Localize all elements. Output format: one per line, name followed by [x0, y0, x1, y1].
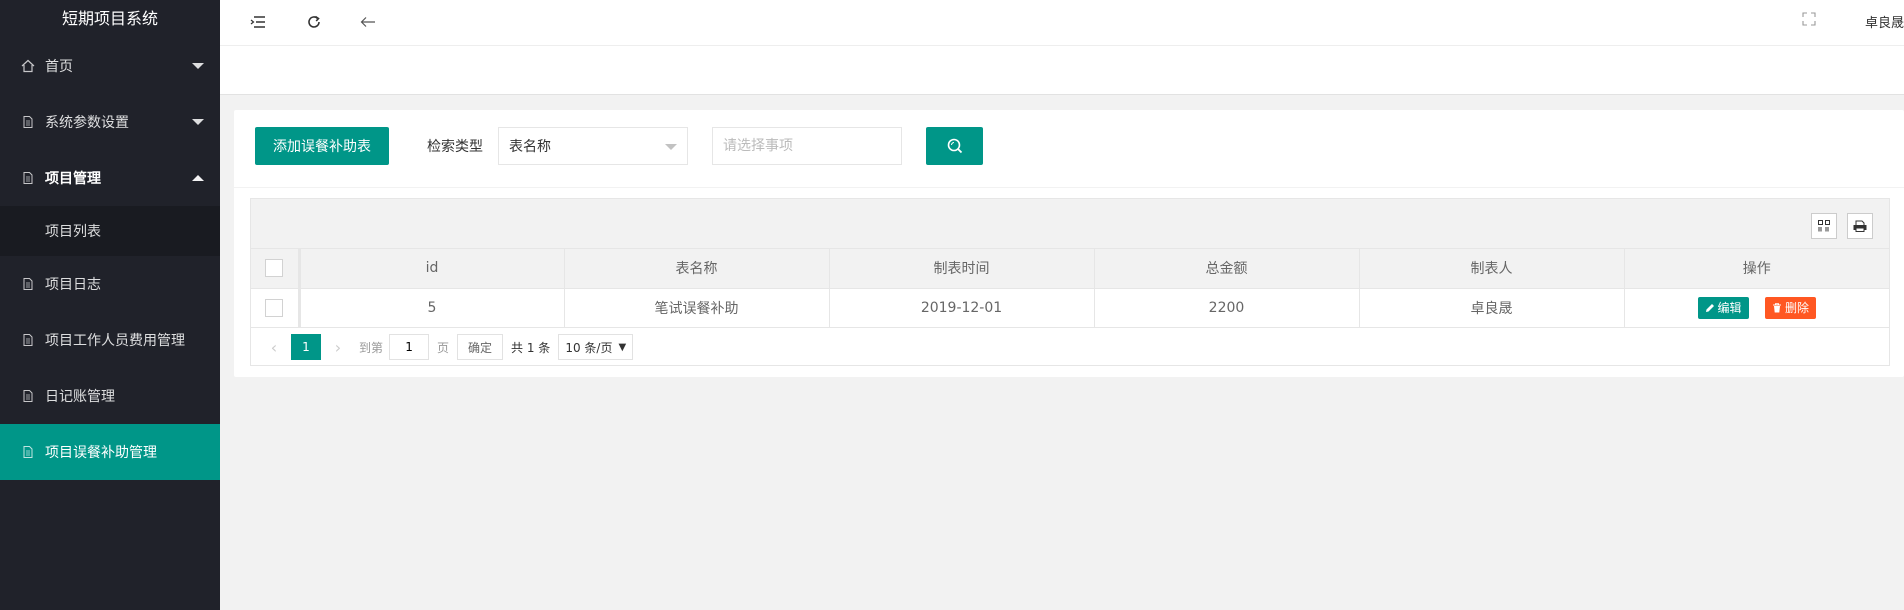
delete-label: 删除	[1784, 301, 1809, 315]
column-header-id[interactable]: id	[299, 249, 565, 289]
header: 卓良晟	[220, 0, 1904, 46]
search-type-label: 检索类型	[427, 139, 483, 155]
trash-icon	[1772, 302, 1781, 312]
column-header-actions: 操作	[1624, 249, 1889, 289]
file-icon	[20, 170, 36, 186]
add-meal-subsidy-button[interactable]: 添加误餐补助表	[255, 127, 389, 165]
sidebar: 短期项目系统 首页 系统参数设置 项目管理 项目列表 项目日志 项目工作人员费用…	[0, 0, 220, 610]
menu-toggle-icon[interactable]	[246, 10, 270, 34]
sidebar-item-meal-subsidy[interactable]: 项目误餐补助管理	[0, 424, 220, 480]
sidebar-item-staff-cost[interactable]: 项目工作人员费用管理	[0, 312, 220, 368]
row-checkbox[interactable]	[265, 298, 284, 317]
column-header-name[interactable]: 表名称	[564, 249, 830, 289]
back-arrow-icon[interactable]	[356, 10, 380, 34]
column-header-amount[interactable]: 总金额	[1094, 249, 1360, 289]
file-icon	[20, 276, 36, 292]
cell-actions: 编辑 删除	[1624, 288, 1889, 328]
edit-label: 编辑	[1717, 301, 1742, 315]
sidebar-item-home[interactable]: 首页	[0, 38, 220, 94]
goto-label: 到第	[359, 340, 384, 355]
divider	[234, 187, 1904, 188]
main-card: 添加误餐补助表 检索类型 表名称 id 表名称 制表时间 总金额	[234, 110, 1904, 377]
search-input[interactable]	[712, 127, 902, 165]
chevron-down-icon	[192, 119, 204, 125]
search-type-select[interactable]: 表名称	[498, 127, 688, 165]
page-unit-label: 页	[437, 340, 450, 355]
chevron-up-icon	[192, 175, 204, 181]
sidebar-item-label: 项目误餐补助管理	[45, 445, 157, 461]
total-count: 共 1 条	[511, 340, 551, 355]
sidebar-item-system-settings[interactable]: 系统参数设置	[0, 94, 220, 150]
sidebar-item-label: 项目管理	[45, 171, 101, 187]
column-header-maker[interactable]: 制表人	[1359, 249, 1625, 289]
columns-filter-icon[interactable]	[1811, 213, 1837, 239]
page-size-value: 10 条/页	[565, 340, 613, 355]
next-page-icon[interactable]: ›	[327, 338, 349, 357]
search-button[interactable]	[926, 127, 983, 165]
caret-down-icon: ▼	[618, 341, 627, 353]
username[interactable]: 卓良晟	[1865, 12, 1904, 31]
row-select-cell	[251, 288, 301, 328]
pagination: ‹ 1 › 到第 页 确定 共 1 条 10 条/页 ▼	[251, 328, 1889, 367]
cell-amount: 2200	[1094, 288, 1360, 328]
table-header-row: id 表名称 制表时间 总金额 制表人 操作	[251, 249, 1889, 289]
file-icon	[20, 388, 36, 404]
pencil-icon	[1705, 303, 1714, 312]
cell-date: 2019-12-01	[829, 288, 1095, 328]
goto-confirm-button[interactable]: 确定	[457, 334, 504, 360]
sidebar-item-label: 日记账管理	[45, 389, 115, 405]
goto-page-input[interactable]	[389, 334, 430, 360]
chevron-down-icon	[192, 63, 204, 69]
fullscreen-icon[interactable]	[1802, 12, 1818, 28]
sidebar-item-label: 项目工作人员费用管理	[45, 333, 185, 349]
data-table: id 表名称 制表时间 总金额 制表人 操作 5 笔试误餐补助 2019-12-…	[250, 198, 1890, 366]
current-page[interactable]: 1	[291, 334, 321, 360]
delete-button[interactable]: 删除	[1764, 296, 1816, 319]
table-row: 5 笔试误餐补助 2019-12-01 2200 卓良晟 编辑 删除	[251, 288, 1889, 328]
sidebar-item-label: 首页	[45, 59, 73, 75]
refresh-icon[interactable]	[302, 10, 326, 34]
cell-maker: 卓良晟	[1359, 288, 1625, 328]
page-size-select[interactable]: 10 条/页 ▼	[558, 334, 634, 360]
file-icon	[20, 332, 36, 348]
cell-id: 5	[299, 288, 565, 328]
select-all-cell	[251, 249, 301, 289]
table-toolbar	[251, 199, 1889, 249]
sidebar-item-journal[interactable]: 日记账管理	[0, 368, 220, 424]
search-type-value: 表名称	[509, 139, 551, 155]
print-icon[interactable]	[1847, 213, 1873, 239]
sidebar-item-label: 项目日志	[45, 277, 101, 293]
home-icon	[20, 58, 36, 74]
sidebar-item-project-management[interactable]: 项目管理	[0, 150, 220, 206]
cell-name: 笔试误餐补助	[564, 288, 830, 328]
file-icon	[20, 114, 36, 130]
caret-down-icon	[665, 144, 677, 150]
search-icon	[947, 138, 962, 154]
edit-button[interactable]: 编辑	[1697, 296, 1749, 319]
app-title: 短期项目系统	[61, 9, 158, 28]
prev-page-icon[interactable]: ‹	[263, 338, 285, 357]
file-icon	[20, 444, 36, 460]
table: id 表名称 制表时间 总金额 制表人 操作 5 笔试误餐补助 2019-12-…	[251, 249, 1889, 328]
column-header-date[interactable]: 制表时间	[829, 249, 1095, 289]
tab-bar	[220, 46, 1904, 95]
select-all-checkbox[interactable]	[265, 259, 284, 278]
sidebar-item-label: 系统参数设置	[45, 115, 129, 131]
sidebar-subitem-project-list[interactable]: 项目列表	[0, 206, 220, 256]
sidebar-item-project-log[interactable]: 项目日志	[0, 256, 220, 312]
sidebar-subitem-label: 项目列表	[45, 224, 101, 240]
